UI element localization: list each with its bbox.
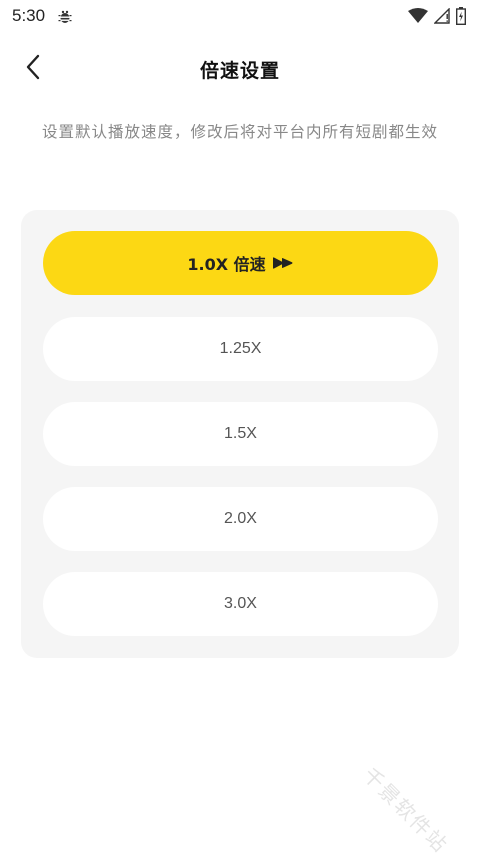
nav-bar: 倍速设置 (0, 34, 480, 104)
speed-option-1-25x[interactable]: 1.25X (43, 317, 438, 381)
playing-indicator-icon (272, 257, 294, 269)
speed-option-1-5x[interactable]: 1.5X (43, 402, 438, 466)
speed-option-2-0x[interactable]: 2.0X (43, 487, 438, 551)
battery-icon (455, 7, 467, 29)
speed-option-label: 3.0X (224, 595, 257, 612)
status-bar: 5:30 (0, 0, 480, 34)
watermark: 千景软件站 (358, 762, 453, 858)
wifi-icon (408, 8, 428, 28)
speed-option-1-0x[interactable]: 1.0X 倍速 (43, 231, 438, 295)
debug-icon (58, 9, 72, 23)
speed-option-label: 1.0X 倍速 (187, 255, 266, 274)
speed-option-3-0x[interactable]: 3.0X (43, 572, 438, 636)
speed-option-label: 1.5X (224, 425, 257, 442)
speed-description: 设置默认播放速度，修改后将对平台内所有短剧都生效 (41, 123, 438, 141)
status-icons (408, 7, 467, 29)
speed-option-label: 2.0X (224, 510, 257, 527)
page-title: 倍速设置 (199, 60, 280, 82)
speed-option-label: 1.25X (219, 340, 262, 357)
status-time: 5:30 (12, 6, 46, 25)
speed-options-panel: 1.0X 倍速 1.25X 1.5X 2.0X 3.0X (21, 210, 459, 658)
signal-icon (433, 7, 450, 28)
